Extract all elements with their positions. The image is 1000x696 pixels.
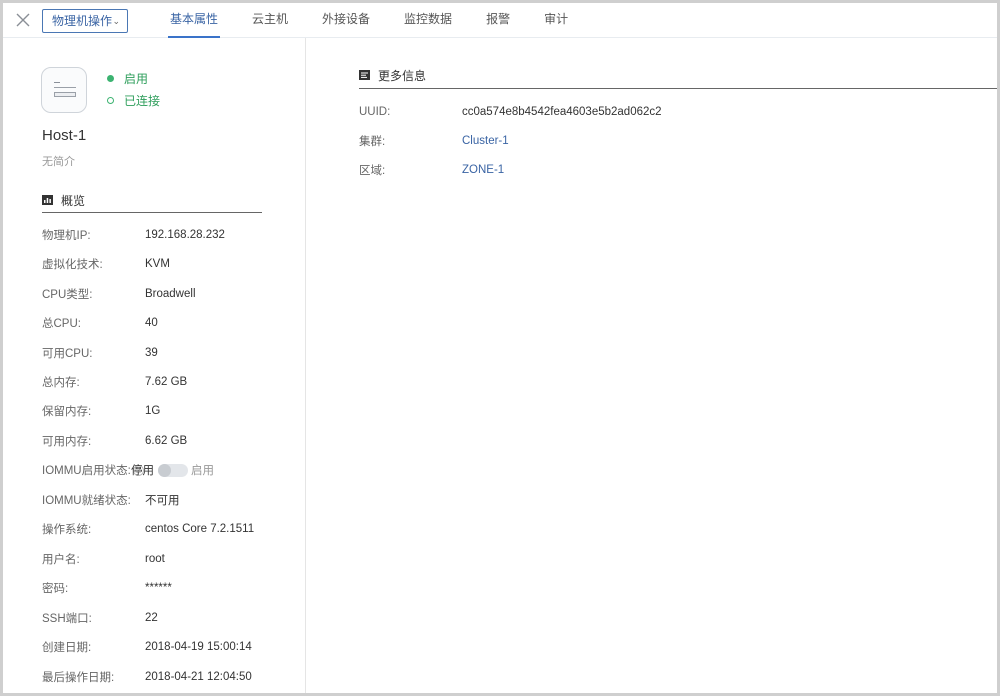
- uuid-value: cc0a574e8b4542fea4603e5b2ad062c2: [462, 106, 662, 118]
- prop-label: 总CPU:: [42, 318, 81, 330]
- prop-value: KVM: [145, 258, 170, 270]
- prop-label: IOMMU就绪状态:: [42, 495, 131, 507]
- prop-label: 创建日期:: [42, 642, 92, 654]
- prop-label: 可用CPU:: [42, 348, 93, 360]
- close-icon[interactable]: [13, 10, 33, 30]
- prop-label: CPU类型:: [42, 289, 93, 301]
- prop-row-last-op-date: 最后操作日期: 2018-04-21 12:04:50: [42, 667, 252, 687]
- cluster-link[interactable]: Cluster-1: [462, 135, 509, 147]
- document-icon: [359, 70, 370, 80]
- tab-bar: 基本属性 云主机 外接设备 监控数据 报警 审计: [153, 3, 585, 38]
- info-row-cluster: 集群: Cluster-1: [359, 131, 509, 151]
- prop-row-total-memory: 总内存: 7.62 GB: [42, 372, 187, 392]
- tab-basic-properties[interactable]: 基本属性: [167, 3, 221, 38]
- iommu-toggle-group: 停用 启用: [131, 462, 214, 478]
- prop-row-host-ip: 物理机IP: 192.168.28.232: [42, 225, 225, 245]
- prop-label: 保留内存:: [42, 406, 92, 418]
- prop-row-ssh-port: SSH端口: 22: [42, 608, 158, 628]
- prop-label: 虚拟化技术:: [42, 259, 103, 271]
- prop-row-available-cpu: 可用CPU: 39: [42, 343, 158, 363]
- iommu-toggle-switch[interactable]: [158, 463, 188, 477]
- prop-value: centos Core 7.2.1511: [145, 523, 255, 535]
- info-label: UUID:: [359, 106, 391, 118]
- prop-value: Broadwell: [145, 288, 196, 300]
- prop-label: 总内存:: [42, 377, 80, 389]
- prop-row-available-memory: 可用内存: 6.62 GB: [42, 431, 187, 451]
- tab-audit[interactable]: 审计: [544, 3, 568, 38]
- bar-chart-icon: [42, 195, 53, 205]
- prop-row-iommu-ready: IOMMU就绪状态: 不可用: [42, 490, 180, 510]
- host-state-label: 启用: [124, 72, 149, 86]
- top-toolbar: 物理机操作 ⌄ 基本属性 云主机 外接设备 监控数据 报警 审计: [3, 3, 997, 38]
- prop-value: 40: [145, 317, 158, 329]
- host-state: 启用: [107, 70, 148, 87]
- prop-label: 可用内存:: [42, 436, 92, 448]
- prop-value: 不可用: [145, 495, 180, 507]
- prop-value: 6.62 GB: [145, 435, 188, 447]
- info-label: 集群:: [359, 136, 386, 148]
- host-summary-pane: 启用 已连接 Host-1 无简介 概览 物理机IP: 192.168.28.2…: [3, 38, 306, 693]
- overview-title: 概览: [61, 193, 86, 208]
- info-row-uuid: UUID: cc0a574e8b4542fea4603e5b2ad062c2: [359, 102, 662, 122]
- prop-label: SSH端口:: [42, 613, 92, 625]
- overview-divider: [42, 212, 262, 213]
- tab-alarms[interactable]: 报警: [486, 3, 510, 38]
- host-status-label: 已连接: [124, 94, 161, 108]
- prop-row-hypervisor: 虚拟化技术: KVM: [42, 254, 170, 274]
- host-description: 无简介: [42, 156, 75, 168]
- prop-value: ******: [145, 582, 172, 594]
- iommu-enable-label: IOMMU启用状态:: [42, 465, 131, 477]
- overview-section-header: 概览: [42, 189, 85, 211]
- more-info-pane: 更多信息 UUID: cc0a574e8b4542fea4603e5b2ad06…: [307, 38, 997, 693]
- prop-row-created-date: 创建日期: 2018-04-19 15:00:14: [42, 637, 252, 657]
- host-operations-button[interactable]: 物理机操作 ⌄: [42, 9, 128, 33]
- prop-label: 操作系统:: [42, 524, 92, 536]
- host-name: Host-1: [42, 127, 87, 144]
- prop-label: IOMMU启用状态:?: [42, 462, 144, 478]
- prop-row-reserved-memory: 保留内存: 1G: [42, 401, 160, 421]
- server-icon: [41, 67, 87, 113]
- prop-value: 2018-04-19 15:00:14: [145, 641, 252, 653]
- info-row-zone: 区域: ZONE-1: [359, 160, 504, 180]
- tab-vm-instances[interactable]: 云主机: [252, 3, 288, 38]
- prop-label: 物理机IP:: [42, 230, 91, 242]
- prop-row-iommu-enable: IOMMU启用状态:? 停用 启用: [42, 460, 214, 480]
- prop-value: 1G: [145, 405, 161, 417]
- prop-label: 最后操作日期:: [42, 672, 115, 684]
- prop-value: 7.62 GB: [145, 376, 188, 388]
- tab-monitoring-data[interactable]: 监控数据: [404, 3, 452, 38]
- toggle-knob: [158, 463, 171, 477]
- status-dot-ring-icon: [107, 97, 114, 104]
- prop-value: 39: [145, 347, 158, 359]
- prop-label: 密码:: [42, 583, 69, 595]
- prop-value: root: [145, 553, 165, 565]
- prop-row-cpu-type: CPU类型: Broadwell: [42, 284, 196, 304]
- prop-row-os: 操作系统: centos Core 7.2.1511: [42, 519, 254, 539]
- more-info-divider: [359, 88, 997, 89]
- prop-row-password: 密码: ******: [42, 578, 172, 598]
- prop-value: 2018-04-21 12:04:50: [145, 671, 252, 683]
- status-dot-filled-icon: [107, 75, 114, 82]
- tab-external-devices[interactable]: 外接设备: [322, 3, 370, 38]
- prop-row-total-cpu: 总CPU: 40: [42, 313, 158, 333]
- prop-value: 22: [145, 612, 158, 624]
- zone-link[interactable]: ZONE-1: [462, 164, 504, 176]
- toggle-off-label: 停用: [131, 465, 154, 477]
- host-connection-status: 已连接: [107, 92, 160, 109]
- prop-row-username: 用户名: root: [42, 549, 165, 569]
- toggle-on-label: 启用: [191, 465, 214, 477]
- info-label: 区域:: [359, 165, 386, 177]
- host-operations-label: 物理机操作: [52, 14, 113, 28]
- more-info-title: 更多信息: [378, 68, 427, 83]
- prop-label: 用户名:: [42, 554, 80, 566]
- more-info-section-header: 更多信息: [359, 64, 426, 86]
- prop-value: 192.168.28.232: [145, 229, 225, 241]
- chevron-down-icon: ⌄: [112, 16, 120, 26]
